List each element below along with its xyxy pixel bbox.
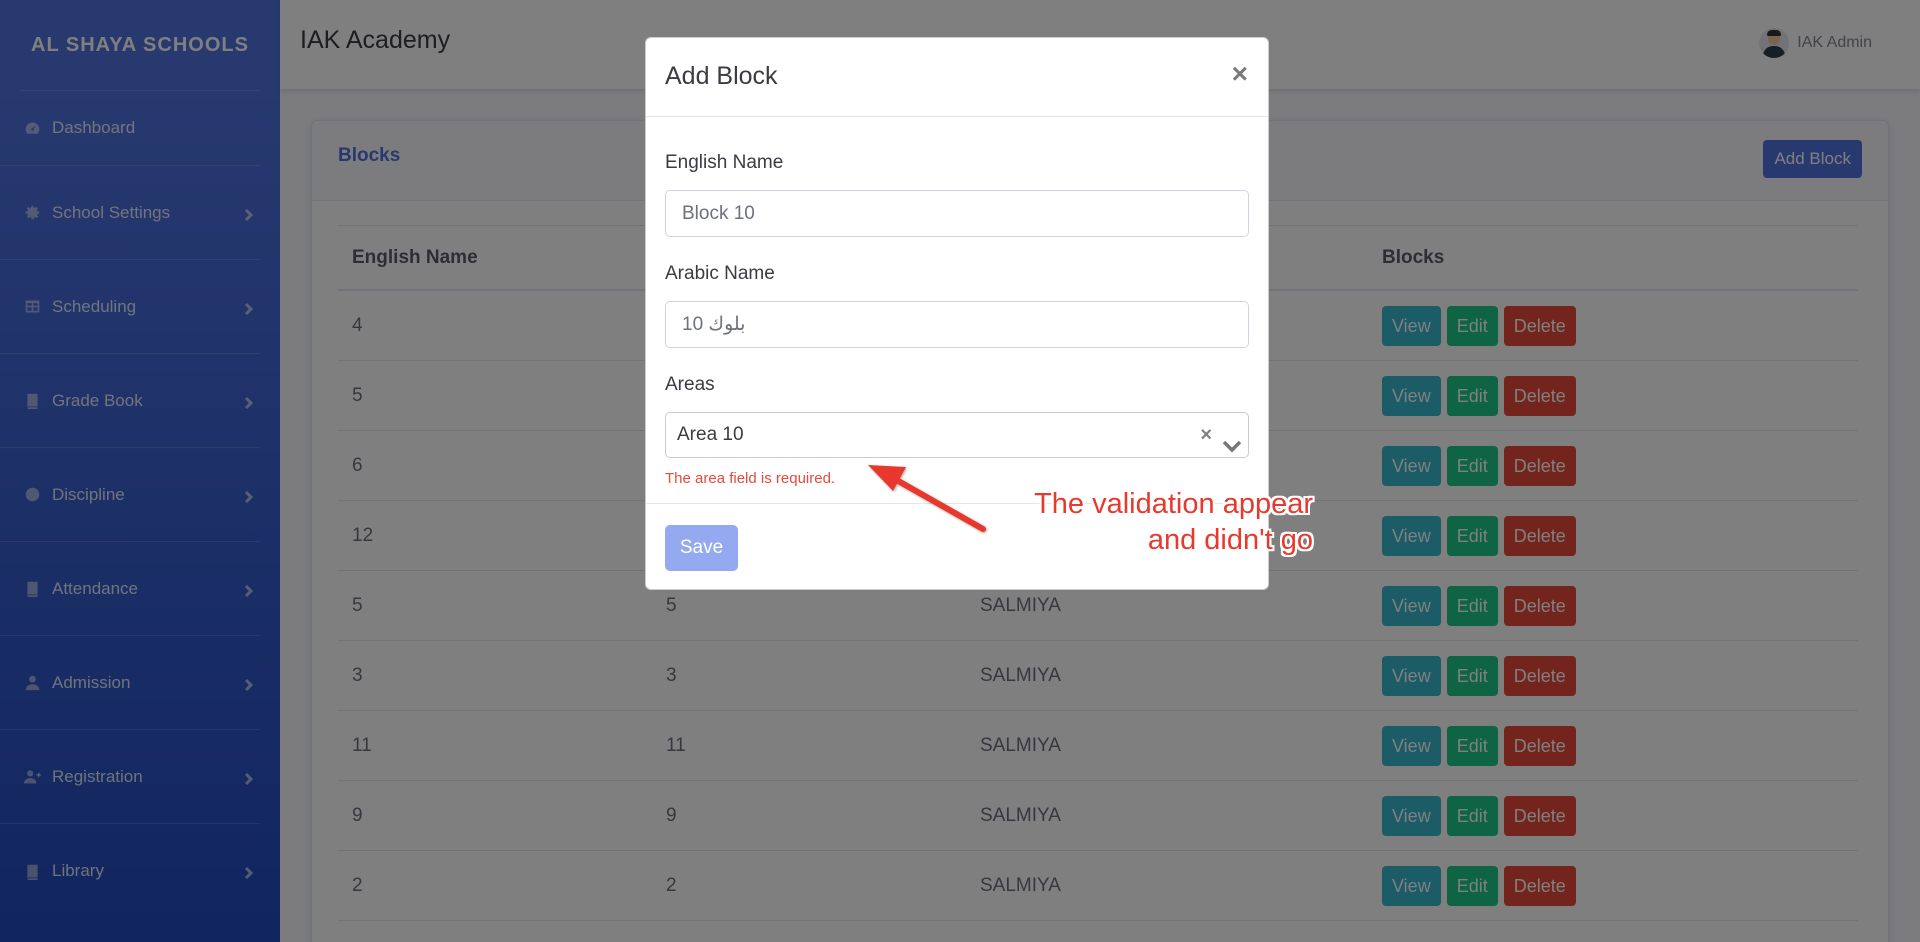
modal-footer: Save (646, 503, 1268, 590)
modal-body: English Name Block 10 Arabic Name بلوك 1… (646, 117, 1268, 503)
clear-selection-icon[interactable]: × (1200, 413, 1212, 457)
modal-header: Add Block × (646, 38, 1268, 117)
save-button[interactable]: Save (665, 525, 738, 571)
areas-label: Areas (665, 374, 715, 395)
arabic-name-value: بلوك 10 (682, 314, 746, 335)
arabic-name-label: Arabic Name (665, 263, 775, 284)
arabic-name-input[interactable]: بلوك 10 (665, 301, 1249, 348)
chevron-down-icon[interactable] (1222, 427, 1242, 453)
add-block-modal: Add Block × English Name Block 10 Arabic… (645, 37, 1269, 590)
close-icon[interactable]: × (1232, 60, 1248, 88)
modal-title: Add Block (665, 62, 778, 90)
areas-select[interactable]: Area 10 × (665, 412, 1249, 458)
english-name-label: English Name (665, 152, 784, 173)
english-name-input[interactable]: Block 10 (665, 190, 1249, 237)
areas-selected-value: Area 10 (677, 424, 744, 445)
area-validation-error: The area field is required. (665, 470, 836, 487)
